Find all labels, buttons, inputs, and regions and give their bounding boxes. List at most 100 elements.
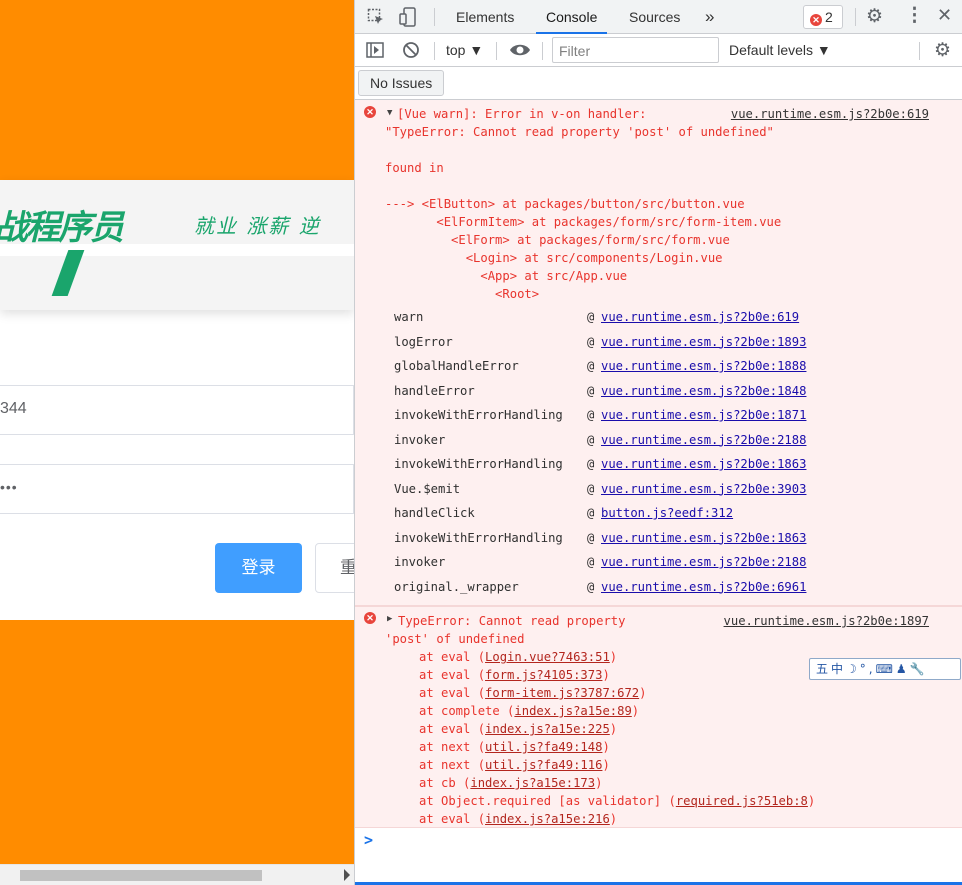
scrollbar-thumb[interactable] <box>20 870 262 881</box>
stack-frame-name: handleError <box>394 383 475 398</box>
stack-at-symbol: @ <box>587 334 595 349</box>
stack-frame-name: invoker <box>394 432 446 447</box>
collapsed-triangle-icon[interactable]: ▶ <box>387 614 392 624</box>
trace-link[interactable]: index.js?a15e:216 <box>485 812 610 826</box>
trace-link[interactable]: index.js?a15e:173 <box>470 776 595 790</box>
horizontal-scrollbar[interactable] <box>0 864 354 885</box>
stack-frame-name: globalHandleError <box>394 359 519 373</box>
logo-stroke <box>51 250 85 296</box>
brand-logo: 战程序员 <box>0 208 124 248</box>
stack-frame-link[interactable]: button.js?eedf:312 <box>601 504 733 522</box>
trace-link[interactable]: form.js?4105:373 <box>485 668 602 682</box>
brand-slogan: 就业 涨薪 逆 <box>194 214 321 238</box>
stack-at-symbol: @ <box>587 310 595 324</box>
password-field[interactable]: ••• <box>0 464 354 514</box>
trace-line: at eval (index.js?a15e:216) <box>419 812 618 826</box>
error-count-badge[interactable]: ✕ 2 <box>803 5 843 29</box>
stack-at-symbol: @ <box>587 506 595 520</box>
tab-sources[interactable]: Sources <box>629 0 680 34</box>
stack-frame-link[interactable]: vue.runtime.esm.js?2b0e:619 <box>601 308 799 326</box>
trace-line: at eval (form.js?4105:373) <box>419 668 610 682</box>
stack-frame-name: Vue.$emit <box>394 481 461 496</box>
stack-frame-name: invokeWithErrorHandling <box>394 530 563 545</box>
stack-at-symbol: @ <box>587 383 595 398</box>
stack-frame-link[interactable]: vue.runtime.esm.js?2b0e:2188 <box>601 553 806 571</box>
trace-line: at next (util.js?fa49:116) <box>419 758 610 772</box>
stack-frame-link[interactable]: vue.runtime.esm.js?2b0e:1848 <box>601 382 806 400</box>
stack-frame-link[interactable]: vue.runtime.esm.js?2b0e:6961 <box>601 578 806 596</box>
console-error-message: ✕ ▶ TypeError: Cannot read property vue.… <box>355 606 962 828</box>
stack-at-symbol: @ <box>587 530 595 545</box>
trace-link[interactable]: index.js?a15e:89 <box>514 704 631 718</box>
trace-link[interactable]: util.js?fa49:116 <box>485 758 602 772</box>
stack-frame-link[interactable]: vue.runtime.esm.js?2b0e:1863 <box>601 529 806 547</box>
trace-line: at eval (form-item.js?3787:672) <box>419 686 647 700</box>
error-header: TypeError: Cannot read property <box>398 614 626 628</box>
show-sidebar-icon[interactable] <box>366 42 384 61</box>
device-toolbar-icon[interactable] <box>399 7 417 30</box>
trace-line: at cb (index.js?a15e:173) <box>419 776 603 790</box>
trace-line: at Object.required [as validator] (requi… <box>419 794 816 808</box>
console-prompt[interactable]: > <box>364 831 373 849</box>
trace-line: at eval (Login.vue?7463:51) <box>419 650 618 664</box>
tab-elements[interactable]: Elements <box>456 0 514 34</box>
stack-at-symbol: @ <box>587 359 595 373</box>
stack-frame-name: invokeWithErrorHandling <box>394 408 563 422</box>
web-page: 战程序员 就业 涨薪 逆 344 ••• 登录 重 <box>0 0 354 885</box>
trace-line: at eval (index.js?a15e:225) <box>419 722 618 736</box>
error-header: [Vue warn]: Error in v-on handler: <box>397 107 647 121</box>
stack-frame-link[interactable]: vue.runtime.esm.js?2b0e:1863 <box>601 455 806 473</box>
expanded-triangle-icon[interactable]: ▼ <box>387 108 392 118</box>
issues-bar: No Issues <box>355 67 962 100</box>
trace-link[interactable]: util.js?fa49:148 <box>485 740 602 754</box>
stack-frame-name: handleClick <box>394 506 475 520</box>
console-settings-gear-icon[interactable]: ⚙ <box>934 41 951 60</box>
error-icon: ✕ <box>364 106 376 118</box>
settings-gear-icon[interactable]: ⚙ <box>866 7 883 26</box>
trace-line: at complete (index.js?a15e:89) <box>419 704 640 718</box>
stack-frame-link[interactable]: vue.runtime.esm.js?2b0e:1888 <box>601 357 806 375</box>
ime-toolbar[interactable]: 五中☽°,⌨♟🔧 <box>809 658 961 680</box>
scroll-right-arrow-icon[interactable] <box>344 869 350 881</box>
stack-at-symbol: @ <box>587 481 595 496</box>
stack-frame-name: warn <box>394 310 424 324</box>
inspect-element-icon[interactable] <box>367 8 385 29</box>
close-devtools-icon[interactable]: ✕ <box>937 6 952 24</box>
username-field[interactable]: 344 <box>0 385 354 435</box>
no-issues-button[interactable]: No Issues <box>358 70 445 96</box>
stack-frame-link[interactable]: vue.runtime.esm.js?2b0e:3903 <box>601 480 806 498</box>
banner: 战程序员 就业 涨薪 逆 <box>0 180 354 310</box>
live-expression-eye-icon[interactable] <box>509 41 531 62</box>
error-icon: ✕ <box>810 14 822 26</box>
tab-console[interactable]: Console <box>536 0 608 34</box>
stack-frame-link[interactable]: vue.runtime.esm.js?2b0e:2188 <box>601 431 806 449</box>
stack-frame-link[interactable]: vue.runtime.esm.js?2b0e:1893 <box>601 333 806 351</box>
error-source-link[interactable]: vue.runtime.esm.js?2b0e:619 <box>731 105 929 123</box>
trace-link[interactable]: required.js?51eb:8 <box>676 794 808 808</box>
devtools-panel: Elements Console Sources » ✕ 2 ⚙ ⋮ ✕ top … <box>354 0 962 885</box>
context-selector[interactable]: top ▼ <box>446 42 483 58</box>
stack-frame-name: invokeWithErrorHandling <box>394 457 563 471</box>
stack-frame-link[interactable]: vue.runtime.esm.js?2b0e:1871 <box>601 406 806 424</box>
devtools-tab-bar: Elements Console Sources » ✕ 2 ⚙ ⋮ ✕ <box>355 0 962 34</box>
console-error-message: ✕ ▼ [Vue warn]: Error in v-on handler: v… <box>355 100 962 606</box>
stack-frame-name: invoker <box>394 555 446 569</box>
stack-at-symbol: @ <box>587 457 595 471</box>
stack-frame-name: original._wrapper <box>394 579 519 594</box>
trace-line: at next (util.js?fa49:148) <box>419 740 610 754</box>
login-button[interactable]: 登录 <box>215 543 302 593</box>
trace-link[interactable]: index.js?a15e:225 <box>485 722 610 736</box>
stack-at-symbol: @ <box>587 432 595 447</box>
log-levels-dropdown[interactable]: Default levels ▼ <box>729 42 831 58</box>
stack-at-symbol: @ <box>587 579 595 594</box>
stack-frame-name: logError <box>394 334 453 349</box>
trace-link[interactable]: form-item.js?3787:672 <box>485 686 639 700</box>
more-tabs-button[interactable]: » <box>705 0 714 34</box>
clear-console-icon[interactable] <box>402 41 420 62</box>
console-toolbar: top ▼ Filter Default levels ▼ ⚙ <box>355 34 962 67</box>
kebab-menu-icon[interactable]: ⋮ <box>905 6 924 25</box>
filter-input[interactable]: Filter <box>552 37 719 63</box>
trace-link[interactable]: Login.vue?7463:51 <box>485 650 610 664</box>
reset-button[interactable]: 重 <box>315 543 354 593</box>
error-source-link[interactable]: vue.runtime.esm.js?2b0e:1897 <box>724 612 929 630</box>
